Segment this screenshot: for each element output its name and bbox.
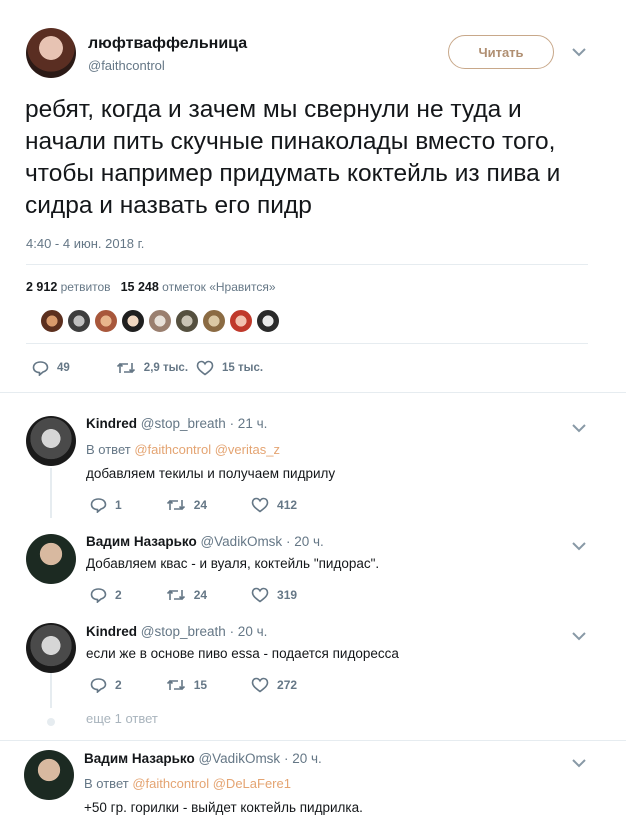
reply-time[interactable]: · 20 ч. xyxy=(230,624,268,639)
retweet-button[interactable]: 2,9 тыс. xyxy=(116,361,188,375)
reply-icon xyxy=(90,497,107,513)
reply-text: добавляем текилы и получаем пидрилу xyxy=(86,466,336,481)
avatar[interactable] xyxy=(26,28,76,78)
like-icon xyxy=(251,587,269,603)
avatar[interactable] xyxy=(148,309,172,333)
like-button[interactable]: 412 xyxy=(251,497,297,513)
reply-author-name[interactable]: Kindred xyxy=(86,416,137,431)
likers-avatars xyxy=(40,309,280,333)
reply-header: Kindred @stop_breath · 20 ч. xyxy=(86,624,267,639)
retweet-icon xyxy=(116,362,135,374)
thread-line xyxy=(50,468,52,518)
chevron-down-icon[interactable] xyxy=(572,628,586,644)
chevron-down-icon[interactable] xyxy=(572,755,586,771)
avatar[interactable] xyxy=(175,309,199,333)
like-button[interactable]: 319 xyxy=(251,587,297,603)
reply-icon xyxy=(90,677,107,693)
thread-dot xyxy=(47,718,55,726)
avatar[interactable] xyxy=(67,309,91,333)
reply-button[interactable]: 2 xyxy=(90,587,122,603)
retweet-icon xyxy=(166,589,185,601)
retweet-icon xyxy=(166,499,185,511)
reply-count: 49 xyxy=(57,362,70,374)
reply-button[interactable]: 49 xyxy=(32,360,70,376)
reply-text: +50 гр. горилки - выйдет коктейль пидрил… xyxy=(84,800,363,815)
avatar[interactable] xyxy=(256,309,280,333)
divider xyxy=(0,740,626,741)
like-icon xyxy=(251,677,269,693)
reply-header: Kindred @stop_breath · 21 ч. xyxy=(86,416,267,431)
like-icon xyxy=(251,497,269,513)
reply-button[interactable]: 2 xyxy=(90,677,122,693)
like-button[interactable]: 272 xyxy=(251,677,297,693)
avatar[interactable] xyxy=(121,309,145,333)
divider xyxy=(0,392,626,393)
reply-time[interactable]: · 20 ч. xyxy=(286,534,324,549)
reply-author-handle[interactable]: @stop_breath xyxy=(141,624,226,639)
reply-actions: 1 24 412 xyxy=(90,497,341,513)
like-count: 15 тыс. xyxy=(222,362,264,374)
reply-time[interactable]: · 21 ч. xyxy=(230,416,268,431)
avatar[interactable] xyxy=(26,416,76,466)
avatar[interactable] xyxy=(24,750,74,800)
reply-icon xyxy=(90,587,107,603)
avatar[interactable] xyxy=(40,309,64,333)
reply-author-handle[interactable]: @VadikOmsk xyxy=(200,534,282,549)
mention-link[interactable]: @faithcontrol @DeLaFere1 xyxy=(132,776,291,791)
reply-author-name[interactable]: Kindred xyxy=(86,624,137,639)
divider xyxy=(26,264,588,265)
chevron-down-icon[interactable] xyxy=(572,44,586,60)
reply-text: если же в основе пиво essa - подается пи… xyxy=(86,646,399,661)
retweet-count: 2,9 тыс. xyxy=(143,362,189,374)
follow-button[interactable]: Читать xyxy=(448,35,554,69)
reply-author-name[interactable]: Вадим Назарько xyxy=(86,534,197,549)
mention-link[interactable]: @faithcontrol @veritas_z xyxy=(134,442,280,457)
retweet-button[interactable]: 24 xyxy=(166,498,207,512)
chevron-down-icon[interactable] xyxy=(572,420,586,436)
reply-actions: 2 15 272 xyxy=(90,677,341,693)
reply-header: Вадим Назарько @VadikOmsk · 20 ч. xyxy=(86,534,324,549)
in-reply-to: В ответ @faithcontrol @DeLaFere1 xyxy=(84,776,291,791)
reply-author-handle[interactable]: @stop_breath xyxy=(141,416,226,431)
reply-author-handle[interactable]: @VadikOmsk xyxy=(198,751,280,766)
retweet-stat[interactable]: 2 912 ретвитов xyxy=(26,280,111,294)
author-handle[interactable]: @faithcontrol xyxy=(88,58,165,73)
tweet-stats: 2 912 ретвитов 15 248 отметок «Нравится» xyxy=(26,280,276,294)
like-stat[interactable]: 15 248 отметок «Нравится» xyxy=(121,280,276,294)
reply-time[interactable]: · 20 ч. xyxy=(284,751,322,766)
chevron-down-icon[interactable] xyxy=(572,538,586,554)
like-icon xyxy=(196,360,214,376)
show-more-replies-link[interactable]: еще 1 ответ xyxy=(86,711,158,726)
avatar[interactable] xyxy=(229,309,253,333)
tweet-actions: 49 2,9 тыс. 15 тыс. xyxy=(32,360,263,376)
reply-header: Вадим Назарько @VadikOmsk · 20 ч. xyxy=(84,751,322,766)
reply-icon xyxy=(32,360,49,376)
reply-button[interactable]: 1 xyxy=(90,497,122,513)
avatar[interactable] xyxy=(26,623,76,673)
avatar[interactable] xyxy=(94,309,118,333)
reply-author-name[interactable]: Вадим Назарько xyxy=(84,751,195,766)
avatar[interactable] xyxy=(202,309,226,333)
tweet-text: ребят, когда и зачем мы свернули не туда… xyxy=(25,96,561,219)
like-button[interactable]: 15 тыс. xyxy=(196,360,263,376)
author-name[interactable]: люфтваффельница xyxy=(88,35,247,53)
thread-line xyxy=(50,670,52,708)
retweet-icon xyxy=(166,679,185,691)
retweet-button[interactable]: 15 xyxy=(166,678,207,692)
avatar[interactable] xyxy=(26,534,76,584)
tweet-timestamp[interactable]: 4:40 - 4 июн. 2018 г. xyxy=(26,236,144,251)
reply-text: Добавляем квас - и вуаля, коктейль "пидо… xyxy=(86,556,380,571)
divider xyxy=(26,343,588,344)
reply-actions: 2 24 319 xyxy=(90,587,341,603)
in-reply-to: В ответ @faithcontrol @veritas_z xyxy=(86,442,280,457)
retweet-button[interactable]: 24 xyxy=(166,588,207,602)
